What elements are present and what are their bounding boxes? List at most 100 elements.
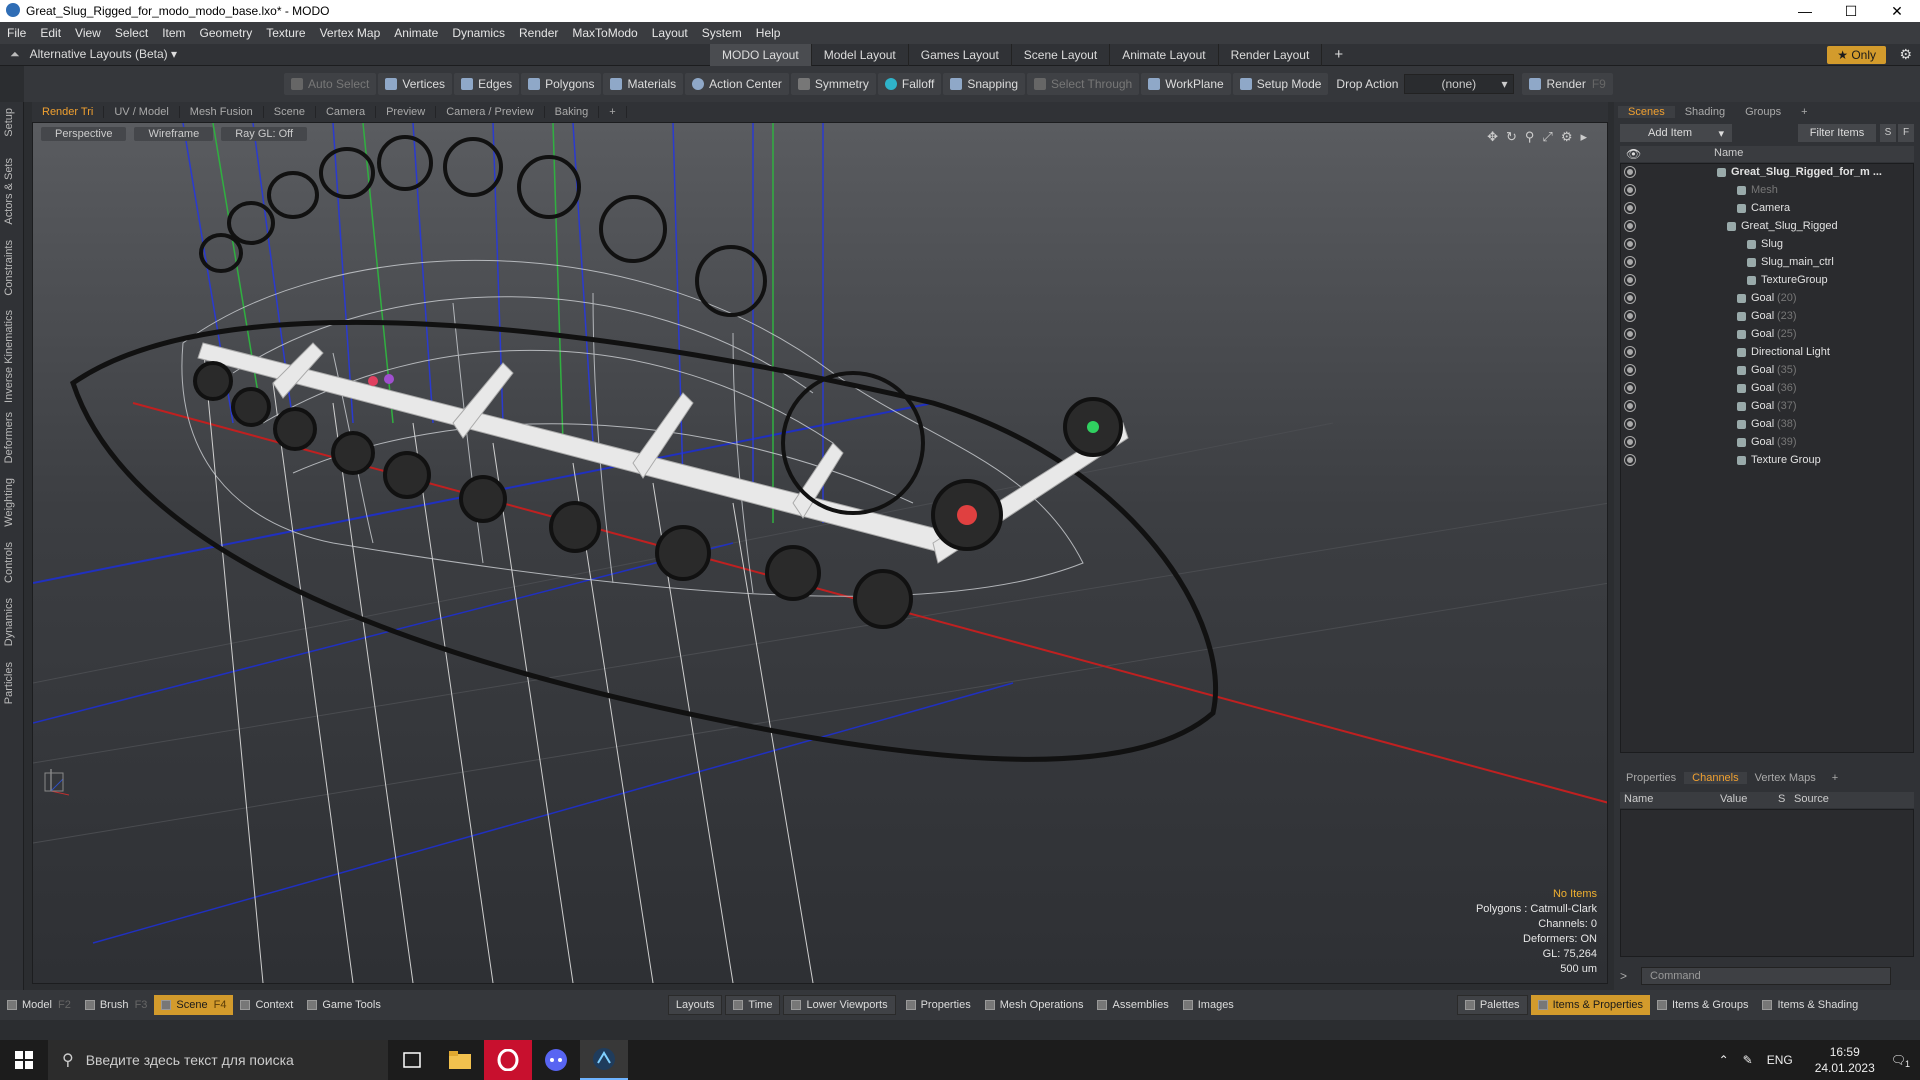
- scene-item-row[interactable]: Goal (23): [1621, 308, 1913, 326]
- scene-item-row[interactable]: Goal (39): [1621, 434, 1913, 452]
- tab-camera-preview[interactable]: Camera / Preview: [436, 106, 545, 118]
- menu-vertex-map[interactable]: Vertex Map: [313, 26, 388, 40]
- language-indicator[interactable]: ENG: [1767, 1053, 1793, 1067]
- rotate-view-icon[interactable]: ↻: [1506, 129, 1517, 145]
- minimize-button[interactable]: —: [1782, 0, 1828, 22]
- tab-particles[interactable]: Particles: [3, 662, 15, 704]
- workplane-button[interactable]: WorkPlane: [1141, 73, 1231, 95]
- visibility-eye-icon[interactable]: [1625, 437, 1635, 447]
- tab-scene-layout[interactable]: Scene Layout: [1012, 44, 1111, 66]
- tab-shading[interactable]: Shading: [1675, 106, 1735, 118]
- scene-item-row[interactable]: Goal (38): [1621, 416, 1913, 434]
- tab-controls[interactable]: Controls: [3, 542, 15, 583]
- scene-item-row[interactable]: Goal (20): [1621, 290, 1913, 308]
- tab-camera[interactable]: Camera: [316, 106, 377, 118]
- scene-item-row[interactable]: Goal (25): [1621, 326, 1913, 344]
- tab-scene[interactable]: Scene: [264, 106, 316, 118]
- action-center-button[interactable]: Action Center: [685, 73, 789, 95]
- tray-overflow-icon[interactable]: ⌃: [1719, 1053, 1729, 1067]
- tab-animate-layout[interactable]: Animate Layout: [1110, 44, 1219, 66]
- scene-item-row[interactable]: Directional Light: [1621, 344, 1913, 362]
- menu-system[interactable]: System: [695, 26, 749, 40]
- tab-actors-sets[interactable]: Actors & Sets: [3, 158, 15, 225]
- scene-item-row[interactable]: Great_Slug_Rigged_for_m ...: [1621, 164, 1913, 182]
- s-button[interactable]: S: [1880, 124, 1896, 142]
- tab-baking[interactable]: Baking: [545, 106, 600, 118]
- gear-icon[interactable]: ⚙: [1899, 46, 1912, 63]
- game-tools-button[interactable]: Game Tools: [300, 995, 388, 1015]
- brush-mode-button[interactable]: Brush F3: [78, 995, 155, 1015]
- layouts-button[interactable]: Layouts: [667, 995, 723, 1015]
- maximize-button[interactable]: ☐: [1828, 0, 1874, 22]
- visibility-eye-icon[interactable]: [1625, 221, 1635, 231]
- auto-select-button[interactable]: Auto Select: [284, 73, 377, 95]
- menu-file[interactable]: File: [0, 26, 33, 40]
- channel-s-col[interactable]: S: [1778, 793, 1785, 805]
- visibility-eye-icon[interactable]: [1625, 383, 1635, 393]
- tab-render-tri[interactable]: Render Tri: [32, 106, 105, 118]
- name-column-header[interactable]: Name: [1714, 147, 1743, 159]
- only-button[interactable]: ★ Only: [1827, 46, 1886, 64]
- render-button[interactable]: Render F9: [1522, 73, 1613, 95]
- vertices-button[interactable]: Vertices: [378, 73, 453, 95]
- menu-item[interactable]: Item: [155, 26, 192, 40]
- menu-view[interactable]: View: [68, 26, 108, 40]
- add-panel-tab[interactable]: +: [1791, 106, 1817, 118]
- opera-icon[interactable]: [484, 1040, 532, 1080]
- palettes-button[interactable]: Palettes: [1456, 995, 1528, 1015]
- select-through-button[interactable]: Select Through: [1027, 73, 1140, 95]
- modo-taskbar-icon[interactable]: [580, 1040, 628, 1080]
- menu-render[interactable]: Render: [512, 26, 565, 40]
- scene-item-row[interactable]: Texture Group: [1621, 452, 1913, 470]
- tab-deformers[interactable]: Deformers: [3, 412, 15, 463]
- assemblies-button[interactable]: Assemblies: [1090, 995, 1175, 1015]
- tab-dynamics[interactable]: Dynamics: [3, 598, 15, 646]
- visibility-eye-icon[interactable]: [1625, 365, 1635, 375]
- add-item-button[interactable]: Add Item ▾: [1620, 124, 1732, 142]
- edges-button[interactable]: Edges: [454, 73, 520, 95]
- drop-action-select[interactable]: (none) ▾: [1404, 74, 1515, 94]
- falloff-button[interactable]: Falloff: [877, 73, 942, 95]
- command-input[interactable]: Command: [1641, 967, 1892, 985]
- tab-channels[interactable]: Channels: [1684, 772, 1747, 784]
- filter-items-button[interactable]: Filter Items: [1798, 124, 1876, 142]
- visibility-eye-icon[interactable]: [1625, 257, 1635, 267]
- menu-maxtomodo[interactable]: MaxToModo: [565, 26, 644, 40]
- notifications-icon[interactable]: 🗨 1: [1891, 1053, 1910, 1069]
- view-perspective-button[interactable]: Perspective: [41, 127, 127, 141]
- tab-render-layout[interactable]: Render Layout: [1219, 44, 1323, 66]
- file-explorer-icon[interactable]: [436, 1040, 484, 1080]
- tab-properties[interactable]: Properties: [1618, 772, 1684, 784]
- scene-item-row[interactable]: Camera: [1621, 200, 1913, 218]
- tab-groups[interactable]: Groups: [1735, 106, 1791, 118]
- add-layout-button[interactable]: +: [1322, 44, 1355, 66]
- menu-animate[interactable]: Animate: [387, 26, 445, 40]
- menu-select[interactable]: Select: [108, 26, 155, 40]
- scene-item-row[interactable]: Slug_main_ctrl: [1621, 254, 1913, 272]
- context-button[interactable]: Context: [233, 995, 300, 1015]
- visibility-eye-icon[interactable]: [1625, 419, 1635, 429]
- time-button[interactable]: Time: [725, 995, 781, 1015]
- images-button[interactable]: Images: [1176, 995, 1241, 1015]
- snapping-button[interactable]: Snapping: [943, 73, 1026, 95]
- menu-edit[interactable]: Edit: [33, 26, 68, 40]
- clock[interactable]: 16:59 24.01.2023: [1815, 1044, 1875, 1076]
- scene-item-row[interactable]: TextureGroup: [1621, 272, 1913, 290]
- visibility-eye-icon[interactable]: [1625, 455, 1635, 465]
- menu-texture[interactable]: Texture: [259, 26, 312, 40]
- scene-item-row[interactable]: Goal (35): [1621, 362, 1913, 380]
- alternative-layouts-dropdown[interactable]: ⏶ Alternative Layouts (Beta) ▾: [10, 47, 177, 62]
- menu-geometry[interactable]: Geometry: [193, 26, 260, 40]
- menu-dynamics[interactable]: Dynamics: [445, 26, 512, 40]
- model-mode-button[interactable]: Model F2: [0, 995, 78, 1015]
- scene-item-row[interactable]: Mesh: [1621, 182, 1913, 200]
- maximize-view-icon[interactable]: ⤢: [1542, 129, 1552, 145]
- viewport-settings-icon[interactable]: ⚙: [1561, 129, 1573, 145]
- viewport-menu-icon[interactable]: ▸: [1580, 129, 1587, 145]
- tab-weighting[interactable]: Weighting: [3, 478, 15, 527]
- shading-wireframe-button[interactable]: Wireframe: [134, 127, 214, 141]
- items-properties-button[interactable]: Items & Properties: [1530, 995, 1651, 1015]
- tab-constraints[interactable]: Constraints: [3, 240, 15, 296]
- tab-setup[interactable]: Setup: [3, 108, 15, 137]
- pen-icon[interactable]: ✎: [1743, 1053, 1753, 1067]
